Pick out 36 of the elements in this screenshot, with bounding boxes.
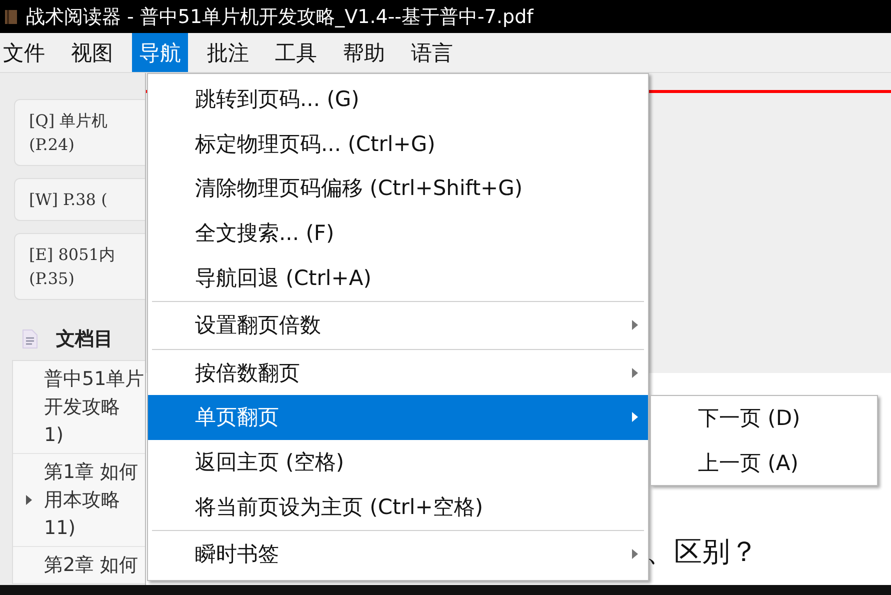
bookmark-card[interactable]: [E] 8051内 (P.35) — [14, 233, 145, 300]
book-icon — [4, 8, 18, 24]
menu-item[interactable]: 批注 — [200, 33, 256, 72]
bookmark-card[interactable]: [Q] 单片机 (P.24) — [14, 99, 145, 166]
submenu-arrow-icon — [632, 320, 638, 330]
menu-item[interactable]: 按倍数翻页 — [148, 350, 648, 396]
toc-title: 文档目 — [56, 327, 113, 352]
expand-icon[interactable] — [24, 494, 32, 506]
page-heading: 、区别？ — [646, 534, 759, 570]
menu-item[interactable]: 工具 — [268, 33, 324, 72]
menu-item[interactable]: 标定物理页码... (Ctrl+G) — [148, 122, 648, 166]
menu-item[interactable]: 将当前页设为主页 (Ctrl+空格) — [148, 484, 648, 529]
submenu-arrow-icon — [632, 549, 638, 560]
menu-item[interactable]: 单页翻页 — [148, 395, 648, 440]
menu-item[interactable]: 导航 — [132, 33, 188, 72]
menu-item[interactable]: 下一页 (D) — [651, 396, 877, 441]
menu-item[interactable]: 清除物理页码偏移 (Ctrl+Shift+G) — [148, 166, 648, 211]
menu-item[interactable]: 文件 — [0, 33, 52, 72]
submenu-arrow-icon — [632, 412, 638, 422]
menu-item[interactable]: 语言 — [404, 33, 460, 72]
menu-item[interactable]: 返回主页 (空格) — [148, 440, 648, 484]
menu-item[interactable]: 设置翻页倍数 — [148, 302, 648, 348]
menu-item[interactable]: 帮助 — [336, 33, 392, 72]
document-icon — [22, 329, 38, 349]
toc-item[interactable]: 第1章 如何 用本攻略 11) — [44, 458, 138, 542]
menu-item[interactable]: 瞬时书签 — [148, 532, 648, 577]
bookmark-card[interactable]: [W] P.38 ( — [14, 178, 145, 221]
menu-item[interactable]: 全文搜索... (F) — [148, 210, 648, 256]
menu-item[interactable]: 视图 — [64, 33, 120, 72]
menu-item[interactable]: 导航回退 (Ctrl+A) — [148, 255, 648, 300]
toc-item[interactable]: 普中51单片 开发攻略 1) — [44, 365, 144, 449]
toc-item[interactable]: 第2章 如何 — [44, 551, 138, 579]
window-title: 战术阅读器 - 普中51单片机开发攻略_V1.4--基于普中-7.pdf — [26, 4, 534, 30]
menu-item[interactable]: 跳转到页码... (G) — [148, 77, 648, 122]
menu-item[interactable]: 上一页 (A) — [651, 440, 877, 486]
submenu-arrow-icon — [632, 368, 638, 378]
